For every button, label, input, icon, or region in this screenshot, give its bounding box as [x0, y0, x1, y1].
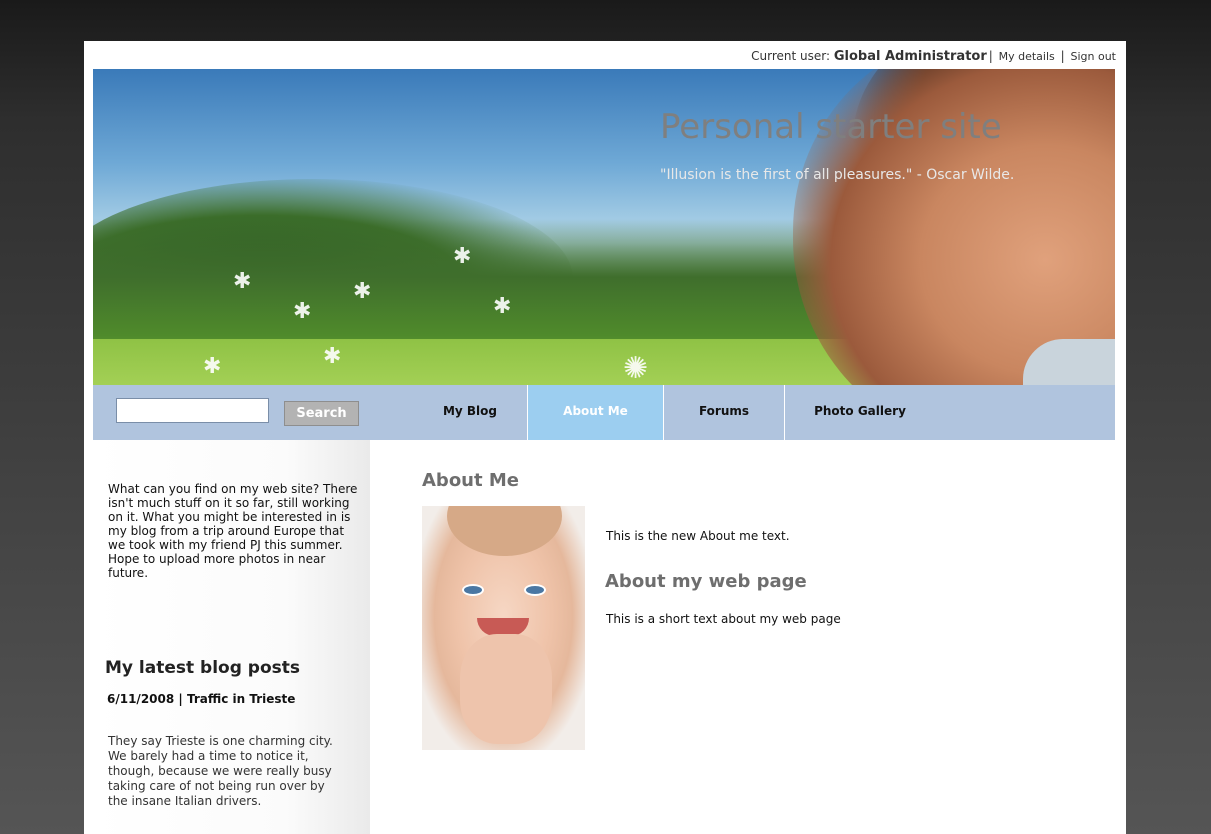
dandelion-seed-icon: ✱ [353, 279, 372, 304]
my-details-link[interactable]: My details [999, 50, 1055, 63]
site-title: Personal starter site [660, 107, 1002, 147]
nav-item-about-me[interactable]: About Me [528, 385, 663, 440]
page-container: Current user: Global Administrator | My d… [84, 41, 1126, 834]
current-user-label: Current user: [751, 49, 831, 63]
user-bar: Current user: Global Administrator | My d… [84, 41, 1126, 69]
nav-item-photo-gallery[interactable]: Photo Gallery [785, 385, 935, 440]
left-sidebar: What can you find on my web site? There … [93, 440, 370, 834]
current-user-name: Global Administrator [833, 49, 987, 64]
dandelion-seed-icon: ✱ [493, 294, 512, 319]
dandelion-seed-icon: ✱ [233, 269, 252, 294]
divider: | [178, 692, 183, 706]
nav-item-forums[interactable]: Forums [664, 385, 784, 440]
dandelion-seed-icon: ✱ [203, 354, 222, 379]
blog-post-meta: 6/11/2008 | Traffic in Trieste [107, 692, 295, 706]
about-me-text: This is the new About me text. [606, 529, 790, 543]
site-quote: "Illusion is the first of all pleasures.… [660, 167, 1015, 183]
main-nav: Search My Blog About Me Forums Photo Gal… [93, 385, 1115, 440]
photo-hair [447, 506, 562, 556]
divider: | [988, 49, 993, 63]
blog-post-title-link[interactable]: Traffic in Trieste [187, 692, 295, 706]
page-title: About Me [422, 470, 519, 491]
dandelion-seed-icon: ✱ [293, 299, 312, 324]
search-button[interactable]: Search [284, 401, 359, 426]
blog-post-date: 6/11/2008 [107, 692, 175, 706]
baby-photo [422, 506, 585, 750]
sidebar-intro-text: What can you find on my web site? There … [108, 482, 358, 580]
about-web-page-heading: About my web page [605, 571, 807, 592]
photo-hands [460, 634, 552, 744]
blog-post-excerpt: They say Trieste is one charming city. W… [108, 734, 333, 808]
search-input[interactable] [116, 398, 269, 423]
divider: | [1060, 49, 1065, 63]
nav-item-my-blog[interactable]: My Blog [413, 385, 527, 440]
about-web-page-text: This is a short text about my web page [606, 612, 841, 626]
photo-eye [462, 584, 484, 596]
dandelion-icon: ✺ [623, 351, 649, 385]
dandelion-seed-icon: ✱ [453, 244, 472, 269]
sign-out-link[interactable]: Sign out [1070, 50, 1116, 63]
photo-eye [524, 584, 546, 596]
header-banner: ✱ ✱ ✱ ✱ ✱ ✱ ✱ ✺ Personal starter site "I… [93, 69, 1115, 385]
latest-posts-heading: My latest blog posts [105, 658, 301, 678]
dandelion-seed-icon: ✱ [323, 344, 342, 369]
